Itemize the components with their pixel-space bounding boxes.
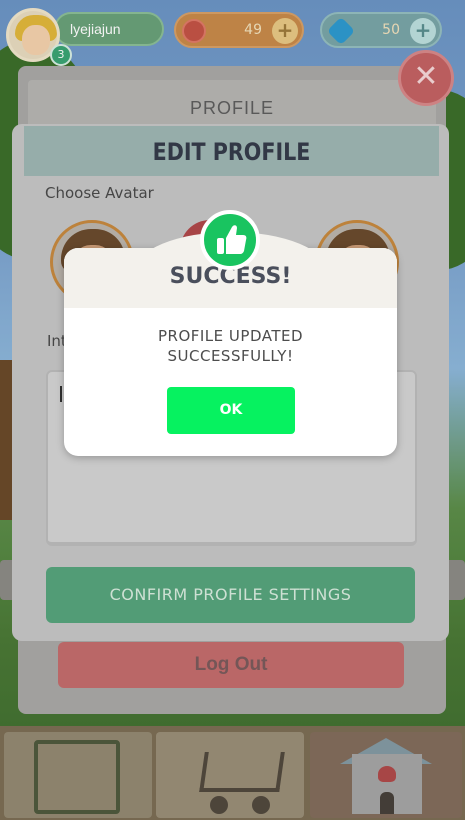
dialog-message-line-1: PROFILE UPDATED — [157, 327, 304, 345]
thumbs-up-badge — [200, 210, 260, 270]
thumbs-up-icon — [217, 225, 247, 254]
dialog-message: PROFILE UPDATED SUCCESSFULLY! — [64, 326, 397, 366]
ok-button[interactable]: OK — [167, 387, 295, 434]
dialog-message-line-2: SUCCESSFULLY! — [167, 347, 294, 365]
success-dialog: SUCCESS! PROFILE UPDATED SUCCESSFULLY! O… — [64, 232, 397, 456]
